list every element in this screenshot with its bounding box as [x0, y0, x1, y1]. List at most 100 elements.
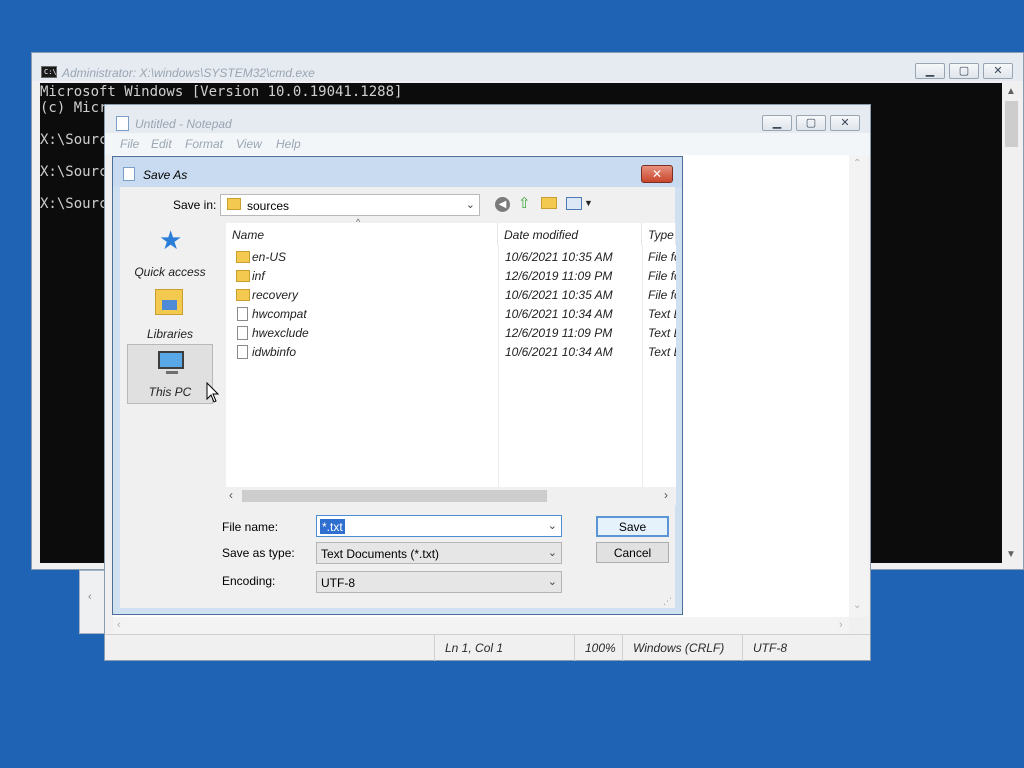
encoding-label: Encoding:: [222, 574, 276, 588]
file-row[interactable]: recovery 10/6/2021 10:35 AM File fo: [226, 286, 676, 305]
save-as-dialog[interactable]: Save As ✕ Save in: sources ⌄ ◀ ⇧ ▼ ★ Qui…: [112, 156, 683, 615]
close-icon: ✕: [651, 167, 663, 181]
cmd-close-button[interactable]: ✕: [983, 63, 1013, 79]
column-header-type[interactable]: Type: [642, 223, 676, 245]
up-folder-icon[interactable]: ⇧: [518, 194, 531, 212]
encoding-select[interactable]: UTF-8 ⌄: [316, 571, 562, 593]
cmd-minimize-button[interactable]: ▁: [915, 63, 945, 79]
dialog-client: Save in: sources ⌄ ◀ ⇧ ▼ ★ Quick access …: [120, 187, 676, 608]
navigation-pane: ★ Quick access Libraries This PC: [127, 223, 217, 453]
cancel-button[interactable]: Cancel: [596, 542, 669, 563]
view-dropdown-icon[interactable]: ▼: [584, 198, 593, 208]
scroll-thumb[interactable]: [1005, 101, 1018, 147]
mouse-cursor-icon: [206, 382, 220, 403]
file-date: 12/6/2019 11:09 PM: [505, 269, 613, 283]
dialog-close-button[interactable]: ✕: [641, 165, 673, 183]
file-name: hwcompat: [252, 307, 307, 321]
resize-grip-icon[interactable]: ⋰: [663, 596, 672, 607]
save-as-type-select[interactable]: Text Documents (*.txt) ⌄: [316, 542, 562, 564]
file-name-value: *.txt: [320, 519, 345, 534]
nav-libraries[interactable]: Libraries: [127, 285, 213, 345]
chevron-down-icon: ⌄: [547, 547, 557, 559]
menu-format[interactable]: Format: [185, 137, 223, 151]
file-date: 10/6/2021 10:34 AM: [505, 307, 613, 321]
file-type: File fo: [648, 288, 676, 302]
scroll-right-icon[interactable]: ›: [839, 619, 843, 631]
status-zoom: 100%: [574, 635, 622, 661]
notepad-maximize-button[interactable]: ▢: [796, 115, 826, 131]
status-position: Ln 1, Col 1: [434, 635, 574, 661]
scroll-down-icon[interactable]: ⌄: [853, 600, 861, 611]
nav-label: This PC: [148, 385, 192, 399]
file-name: recovery: [252, 288, 299, 302]
scroll-up-icon[interactable]: ▲: [1006, 86, 1016, 97]
menu-file[interactable]: File: [120, 137, 139, 151]
file-row[interactable]: hwexclude 12/6/2019 11:09 PM Text D: [226, 324, 676, 343]
back-icon[interactable]: ◀: [495, 197, 510, 212]
scroll-left-icon[interactable]: ‹: [117, 619, 121, 631]
file-date: 12/6/2019 11:09 PM: [505, 326, 613, 340]
text-file-icon: [237, 307, 248, 321]
encoding-value: UTF-8: [321, 576, 355, 590]
cmd-titlebar[interactable]: C:\ Administrator: X:\windows\SYSTEM32\c…: [32, 53, 1023, 81]
save-as-type-label: Save as type:: [222, 546, 295, 560]
file-row[interactable]: inf 12/6/2019 11:09 PM File fo: [226, 267, 676, 286]
cmd-line: Microsoft Windows [Version 10.0.19041.12…: [40, 84, 403, 100]
view-menu-icon[interactable]: [566, 197, 582, 210]
cmd-line: X:\Sourc: [40, 196, 108, 212]
cmd-title: Administrator: X:\windows\SYSTEM32\cmd.e…: [62, 66, 315, 80]
chevron-left-icon: ‹: [88, 591, 92, 603]
new-folder-icon[interactable]: [541, 197, 557, 209]
dialog-title: Save As: [143, 168, 188, 182]
file-row[interactable]: hwcompat 10/6/2021 10:34 AM Text D: [226, 305, 676, 324]
dialog-titlebar[interactable]: Save As ✕: [113, 157, 682, 187]
save-button[interactable]: Save: [596, 516, 669, 537]
column-header-name[interactable]: Name: [226, 223, 498, 245]
cmd-vertical-scrollbar[interactable]: ▲ ▼: [1002, 83, 1021, 563]
nav-label: Quick access: [134, 265, 206, 279]
text-file-icon: [237, 326, 248, 340]
file-name-input[interactable]: *.txt ⌄: [316, 515, 562, 537]
menu-help[interactable]: Help: [276, 137, 301, 151]
column-header-date[interactable]: Date modified: [498, 223, 642, 245]
cmd-maximize-button[interactable]: ▢: [949, 63, 979, 79]
file-type: File fo: [648, 269, 676, 283]
notepad-titlebar[interactable]: Untitled - Notepad ▁ ▢ ✕: [105, 105, 870, 133]
file-row[interactable]: en-US 10/6/2021 10:35 AM File fo: [226, 248, 676, 267]
chevron-down-icon[interactable]: ⌄: [548, 519, 557, 532]
cmd-line: X:\Sourc: [40, 132, 108, 148]
file-date: 10/6/2021 10:35 AM: [505, 288, 613, 302]
nav-this-pc[interactable]: This PC: [127, 344, 213, 404]
file-type: Text D: [648, 345, 676, 359]
file-list-horizontal-scrollbar[interactable]: ‹ ›: [226, 487, 676, 505]
scroll-up-icon[interactable]: ⌃: [853, 158, 861, 169]
scroll-thumb[interactable]: [242, 490, 547, 502]
file-type: File fo: [648, 250, 676, 264]
notepad-minimize-button[interactable]: ▁: [762, 115, 792, 131]
menu-view[interactable]: View: [236, 137, 262, 151]
scroll-left-icon[interactable]: ‹: [229, 488, 233, 502]
notepad-horizontal-scrollbar[interactable]: ‹ ›: [113, 617, 849, 634]
notepad-menubar: File Edit Format View Help: [105, 133, 870, 155]
scroll-right-icon[interactable]: ›: [664, 488, 668, 502]
file-date: 10/6/2021 10:34 AM: [505, 345, 613, 359]
file-list[interactable]: ^ Name Date modified Type en-US 10/6/202…: [226, 217, 676, 505]
notepad-title: Untitled - Notepad: [135, 117, 232, 131]
nav-quick-access[interactable]: ★ Quick access: [127, 223, 213, 283]
scroll-down-icon[interactable]: ▼: [1006, 549, 1016, 560]
save-in-label: Save in:: [173, 198, 217, 212]
chevron-down-icon: ⌄: [465, 199, 475, 211]
file-name: inf: [252, 269, 265, 283]
menu-edit[interactable]: Edit: [151, 137, 172, 151]
dialog-app-icon: [123, 167, 135, 181]
notepad-close-button[interactable]: ✕: [830, 115, 860, 131]
file-row[interactable]: idwbinfo 10/6/2021 10:34 AM Text D: [226, 343, 676, 362]
notepad-app-icon: [116, 116, 129, 131]
file-name: idwbinfo: [252, 345, 297, 359]
folder-icon: [236, 251, 250, 263]
folder-icon: [236, 289, 250, 301]
status-encoding: UTF-8: [742, 635, 862, 661]
save-in-combo[interactable]: sources ⌄: [220, 194, 480, 216]
close-icon: ✕: [993, 64, 1003, 77]
notepad-vertical-scrollbar[interactable]: ⌃ ⌄: [849, 155, 868, 617]
